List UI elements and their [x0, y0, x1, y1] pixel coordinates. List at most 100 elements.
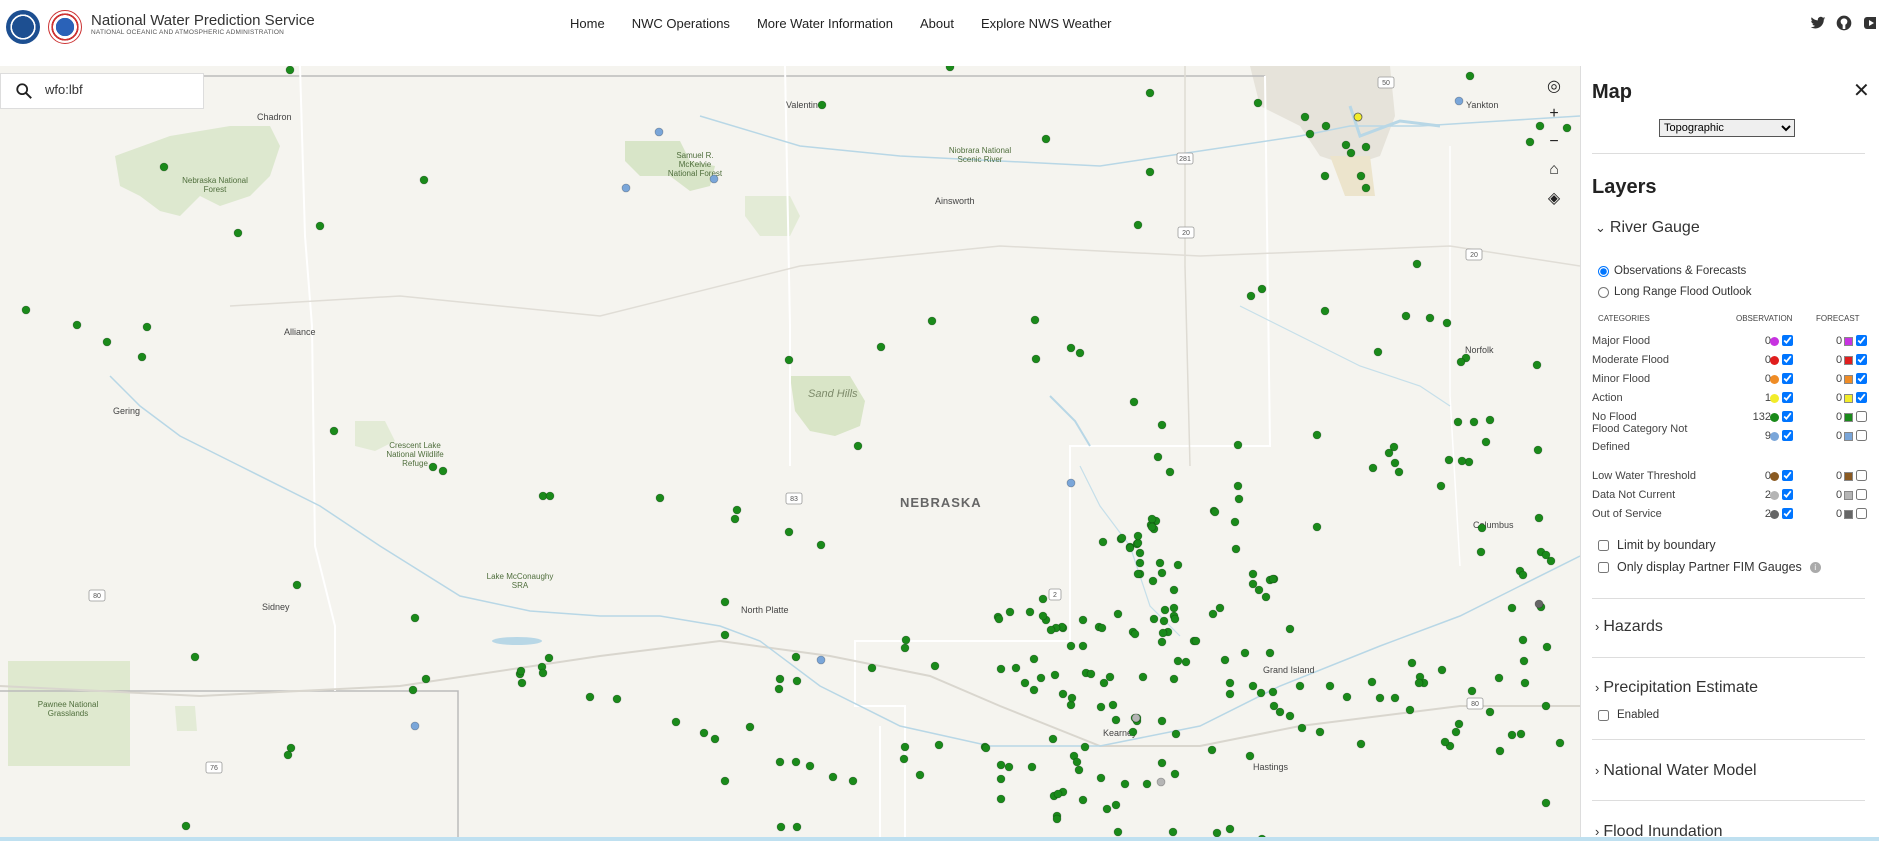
nav-home[interactable]: Home	[570, 16, 605, 31]
gauge-marker[interactable]	[1157, 716, 1167, 726]
gauge-marker[interactable]	[1481, 437, 1491, 447]
nav-about[interactable]: About	[920, 16, 954, 31]
gauge-marker[interactable]	[816, 540, 826, 550]
gauge-marker[interactable]	[421, 674, 431, 684]
gauge-marker[interactable]	[994, 614, 1004, 624]
basemap-select[interactable]: Topographic	[1659, 119, 1795, 137]
gauge-marker[interactable]	[901, 635, 911, 645]
nav-more-water-information[interactable]: More Water Information	[757, 16, 893, 31]
gauge-marker[interactable]	[1111, 800, 1121, 810]
gauge-marker[interactable]	[1295, 681, 1305, 691]
gauge-marker[interactable]	[1507, 730, 1517, 740]
gauge-marker[interactable]	[1225, 689, 1235, 699]
gauge-marker[interactable]	[1147, 522, 1157, 532]
close-icon[interactable]: ✕	[1853, 78, 1870, 103]
gauge-marker[interactable]	[1353, 112, 1363, 122]
gauge-marker[interactable]	[1248, 681, 1258, 691]
gauge-marker[interactable]	[1220, 655, 1230, 665]
gauge-marker[interactable]	[1342, 692, 1352, 702]
gauge-marker[interactable]	[1168, 827, 1178, 837]
gauge-marker[interactable]	[1105, 672, 1115, 682]
gauge-marker[interactable]	[671, 717, 681, 727]
gauge-marker[interactable]	[1171, 729, 1181, 739]
gauge-marker[interactable]	[1149, 614, 1159, 624]
gauge-marker[interactable]	[1312, 430, 1322, 440]
gauge-marker[interactable]	[915, 770, 925, 780]
gauge-marker[interactable]	[1233, 440, 1243, 450]
gauge-marker[interactable]	[1133, 569, 1143, 579]
radio-long-range-flood-outlook[interactable]: Long Range Flood Outlook	[1598, 286, 1751, 298]
forecast-checkbox[interactable]	[1856, 411, 1867, 422]
gauge-marker[interactable]	[1029, 654, 1039, 664]
gauge-marker[interactable]	[1518, 635, 1528, 645]
gauge-marker[interactable]	[1325, 681, 1335, 691]
gauge-marker[interactable]	[1004, 762, 1014, 772]
gauge-marker[interactable]	[848, 776, 858, 786]
gauge-marker[interactable]	[1320, 171, 1330, 181]
gauge-marker[interactable]	[1401, 311, 1411, 321]
gauge-marker[interactable]	[233, 228, 243, 238]
forecast-checkbox[interactable]	[1856, 470, 1867, 481]
gauge-marker[interactable]	[137, 352, 147, 362]
gauge-marker[interactable]	[1145, 167, 1155, 177]
gauge-marker[interactable]	[181, 821, 191, 831]
gauge-marker[interactable]	[1275, 707, 1285, 717]
gauge-marker[interactable]	[1020, 678, 1030, 688]
gauge-marker[interactable]	[710, 734, 720, 744]
forecast-checkbox[interactable]	[1856, 373, 1867, 384]
gauge-marker[interactable]	[159, 162, 169, 172]
gauge-marker[interactable]	[1129, 397, 1139, 407]
gauge-marker[interactable]	[1233, 481, 1243, 491]
gauge-marker[interactable]	[1170, 769, 1180, 779]
gauge-marker[interactable]	[1096, 702, 1106, 712]
nav-explore-nws-weather[interactable]: Explore NWS Weather	[981, 16, 1112, 31]
gauge-marker[interactable]	[1495, 746, 1505, 756]
gauge-marker[interactable]	[732, 505, 742, 515]
gauge-marker[interactable]	[1361, 183, 1371, 193]
gauge-marker[interactable]	[1356, 171, 1366, 181]
gauge-marker[interactable]	[544, 653, 554, 663]
gauge-marker[interactable]	[1467, 686, 1477, 696]
gauge-marker[interactable]	[1367, 677, 1377, 687]
observation-checkbox[interactable]	[1782, 335, 1793, 346]
forecast-checkbox[interactable]	[1856, 508, 1867, 519]
gauge-marker[interactable]	[1253, 98, 1263, 108]
noaa-logo[interactable]	[6, 10, 40, 44]
gauge-marker[interactable]	[720, 597, 730, 607]
gauge-marker[interactable]	[315, 221, 325, 231]
forecast-checkbox[interactable]	[1856, 489, 1867, 500]
observation-checkbox[interactable]	[1782, 354, 1793, 365]
gauge-marker[interactable]	[867, 663, 877, 673]
gauge-marker[interactable]	[428, 462, 438, 472]
gauge-marker[interactable]	[1215, 603, 1225, 613]
gauge-marker[interactable]	[791, 652, 801, 662]
gauge-marker[interactable]	[1436, 481, 1446, 491]
gauge-marker[interactable]	[709, 174, 719, 184]
gauge-marker[interactable]	[1111, 715, 1121, 725]
partner-fim-gauges[interactable]: Only display Partner FIM Gauges i	[1598, 560, 1821, 574]
gauge-marker[interactable]	[1269, 701, 1279, 711]
gauge-marker[interactable]	[1038, 594, 1048, 604]
gauge-marker[interactable]	[1245, 751, 1255, 761]
gauge-marker[interactable]	[1027, 762, 1037, 772]
site-title[interactable]: National Water Prediction Service	[91, 12, 315, 29]
gauge-marker[interactable]	[1005, 607, 1015, 617]
gauge-marker[interactable]	[1394, 467, 1404, 477]
gauge-marker[interactable]	[1234, 494, 1244, 504]
precip-enabled-checkbox[interactable]	[1598, 709, 1609, 721]
gauge-marker[interactable]	[1078, 641, 1088, 651]
gauge-marker[interactable]	[1169, 674, 1179, 684]
gauge-marker[interactable]	[1469, 417, 1479, 427]
gauge-marker[interactable]	[516, 666, 526, 676]
gauge-marker[interactable]	[1155, 558, 1165, 568]
gauge-marker[interactable]	[1414, 678, 1424, 688]
gauge-marker[interactable]	[876, 342, 886, 352]
gauge-marker[interactable]	[1315, 727, 1325, 737]
gauge-marker[interactable]	[1533, 445, 1543, 455]
gauge-marker[interactable]	[612, 694, 622, 704]
zoom-in-icon[interactable]: +	[1542, 102, 1566, 126]
gauge-marker[interactable]	[1437, 665, 1447, 675]
gauge-marker[interactable]	[1066, 478, 1076, 488]
radio-input-observations[interactable]	[1598, 265, 1609, 277]
gauge-marker[interactable]	[538, 668, 548, 678]
